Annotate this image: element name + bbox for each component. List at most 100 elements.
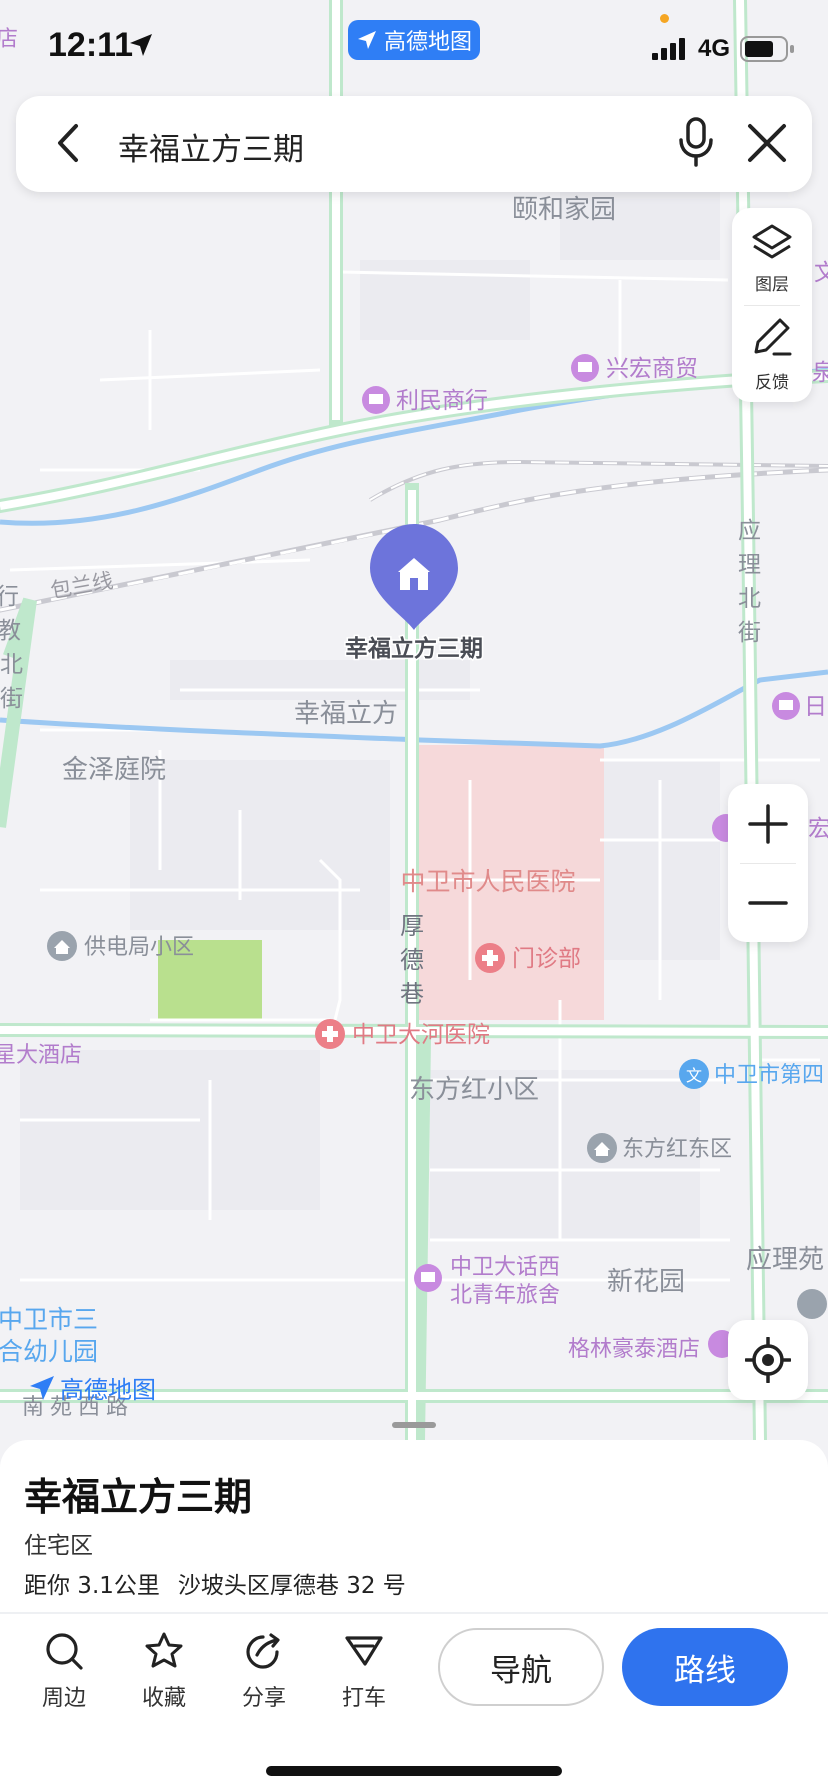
amap-watermark: 高德地图 [28,1370,156,1405]
poi-residence-icon[interactable] [587,1133,617,1163]
watermark-text: 高德地图 [60,1376,156,1404]
place-distance: 距你 3.1公里 [24,1573,160,1599]
map-label: 中卫大话西 [450,1255,560,1280]
microphone-icon[interactable] [674,116,718,168]
map-label: 门诊部 [512,946,581,972]
battery-icon [740,36,794,62]
share-label: 分享 [241,1686,286,1711]
poi-hotel-icon[interactable] [414,1264,442,1292]
amap-logo-icon [357,31,376,49]
layers-icon [752,224,792,259]
status-bar: 12:11 高德地图 4G [0,0,828,96]
favorite-button[interactable]: 收藏 [124,1630,204,1712]
share-icon [246,1633,280,1669]
map-label: 中卫市三 [0,1305,98,1334]
close-icon[interactable] [744,120,790,166]
map-label: 理 [738,552,761,578]
map-label: 兴宏商贸 [606,356,698,382]
favorite-label: 收藏 [141,1686,186,1711]
nearby-button[interactable]: 周边 [24,1630,104,1712]
zoom-in-button[interactable] [728,784,808,863]
map-label: 新花园 [607,1267,685,1297]
map-label: 格林豪泰酒店 [568,1337,700,1362]
map-label: 东方红小区 [409,1075,539,1105]
map-label: 街 [0,686,23,712]
map-label: 供电局小区 [84,935,194,960]
map-label: 应 [738,518,761,544]
layers-button[interactable]: 图层 [732,208,812,304]
map-label: 泉 [812,360,828,386]
place-address: 沙坡头区厚德巷 32 号 [177,1573,406,1599]
zoom-out-button[interactable] [728,863,808,942]
map-label: 北青年旅舍 [450,1283,560,1308]
zoom-controls [728,784,808,942]
map-canvas[interactable]: 文 颐和家园 兴宏商贸 利民商行 文 泉 包兰线 应 理 北 街 行 教 北 街… [0,0,828,1440]
share-button[interactable]: 分享 [224,1630,304,1712]
edit-pen-icon [754,318,792,356]
map-label: 北 [738,586,761,612]
map-label: 街 [738,620,761,646]
back-arrow-icon[interactable] [46,120,92,166]
feedback-label: 反馈 [755,373,789,393]
status-time: 12:11 [48,26,134,64]
poi-school-icon[interactable]: 文 [679,1059,709,1089]
pin-label: 幸福立方三期 [345,635,483,662]
map-label: 中卫市第四 [714,1063,824,1088]
network-type: 4G [698,35,731,62]
map-label: 中卫大河医院 [352,1022,490,1048]
map-label: 文 [814,260,828,286]
minus-icon [748,900,788,905]
svg-text:文: 文 [686,1066,702,1085]
place-category: 住宅区 [24,1533,93,1559]
map-label: 北 [0,652,23,678]
search-icon [46,1633,83,1670]
place-info: 距你 3.1公里 沙坡头区厚德巷 32 号 [24,1566,424,1600]
route-button[interactable]: 路线 [622,1628,788,1706]
map-label: 应理苑 [746,1245,824,1275]
plus-icon [748,803,788,844]
layers-label: 图层 [755,275,789,295]
map-tools-panel: 图层 反馈 [732,208,812,402]
map-label: 行 [0,584,19,610]
sheet-drag-handle[interactable] [392,1422,436,1428]
poi-shop-icon[interactable] [362,386,390,414]
nearby-label: 周边 [41,1686,86,1711]
poi-residence-icon[interactable] [47,931,77,961]
taxi-flag-icon [345,1636,383,1666]
poi-hotel-icon[interactable] [772,692,800,720]
amap-logo-icon [30,1375,54,1400]
map-label: 教 [0,618,21,644]
cellular-signal-icon [652,38,685,60]
map-label: 幸福立方 [294,699,398,729]
taxi-button[interactable]: 打车 [324,1630,404,1712]
navigate-button[interactable]: 导航 [438,1628,604,1706]
map-label: 合幼儿园 [0,1337,98,1366]
map-label: 巷 [400,980,424,1008]
app-badge-label: 高德地图 [383,30,472,55]
privacy-indicator [660,14,669,23]
map-label: 东方红东区 [622,1137,732,1162]
poi-hospital-icon[interactable] [315,1019,345,1049]
map-label: 星大酒店 [0,1043,82,1068]
search-bar: 幸福立方三期 [16,96,812,192]
poi-residence-icon[interactable] [797,1289,827,1319]
map-label: 金泽庭院 [62,755,166,785]
feedback-button[interactable]: 反馈 [732,306,812,402]
poi-shop-icon[interactable] [571,354,599,382]
location-arrow-icon [130,34,152,56]
place-name: 幸福立方三期 [24,1475,253,1519]
poi-hospital-icon[interactable] [475,943,505,973]
map-label: 颐和家园 [512,195,616,225]
star-icon [145,1632,183,1668]
home-indicator[interactable] [266,1766,562,1776]
map-label: 中卫市人民医院 [400,867,575,896]
map-label: 德 [400,946,424,974]
locate-me-button[interactable] [728,1320,808,1400]
app-return-badge[interactable]: 高德地图 [348,20,480,60]
map-label: 厚 [400,912,424,940]
search-query[interactable]: 幸福立方三期 [118,124,304,169]
taxi-label: 打车 [341,1686,386,1711]
crosshair-icon [745,1337,791,1383]
place-detail-sheet: 幸福立方三期 住宅区 距你 3.1公里 沙坡头区厚德巷 32 号 周边 收藏 分享… [0,1440,828,1792]
divider [0,1612,828,1614]
